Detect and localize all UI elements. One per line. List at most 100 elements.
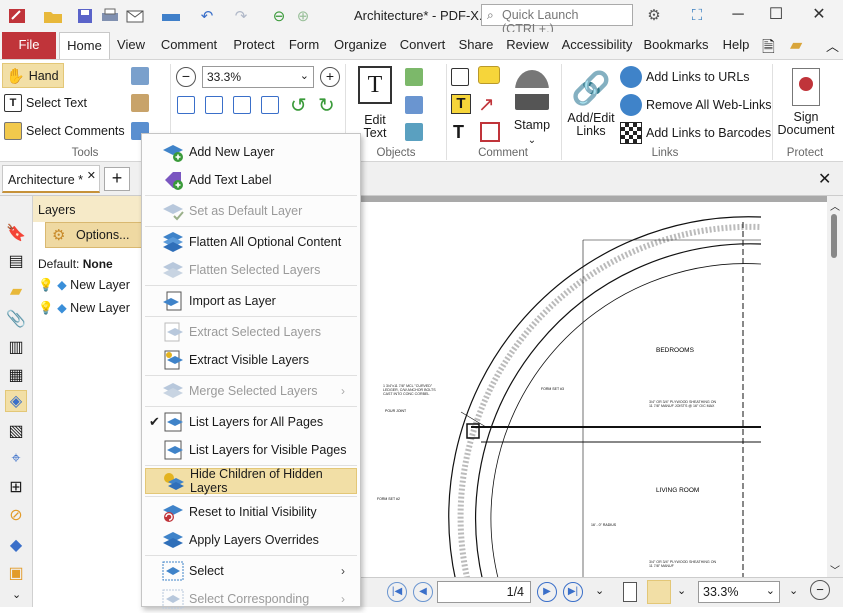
tab-help[interactable]: Help bbox=[721, 32, 751, 59]
tab-home[interactable]: Home bbox=[59, 32, 110, 60]
collapse-ribbon-icon[interactable]: ︿ bbox=[826, 36, 839, 55]
select-comments-button[interactable]: Select Comments bbox=[4, 122, 125, 140]
layer-item[interactable]: 💡 ◆ New Layer bbox=[38, 300, 130, 316]
tab-bookmarks[interactable]: Bookmarks bbox=[643, 32, 709, 59]
image-icon[interactable] bbox=[405, 68, 423, 86]
add-links-barcodes-button[interactable]: Add Links to Barcodes bbox=[620, 122, 771, 144]
close-tab-icon[interactable]: ✕ bbox=[87, 169, 96, 182]
fit-width-icon[interactable] bbox=[233, 96, 251, 114]
tab-convert[interactable]: Convert bbox=[399, 32, 446, 59]
continuous-page-icon[interactable] bbox=[647, 580, 671, 604]
tab-share[interactable]: Share bbox=[458, 32, 494, 59]
close-document-icon[interactable]: ✕ bbox=[818, 169, 831, 189]
remove-web-links-button[interactable]: Remove All Web-Links bbox=[620, 94, 772, 116]
tab-form[interactable]: Form bbox=[287, 32, 321, 59]
arrow-icon[interactable]: ↗ bbox=[478, 92, 495, 117]
rectangle-icon[interactable] bbox=[480, 122, 500, 142]
zoom-out-icon[interactable]: − bbox=[176, 67, 196, 87]
open-folder-icon[interactable] bbox=[42, 5, 64, 27]
undo-icon[interactable]: ↶ bbox=[196, 5, 218, 27]
lightbulb-icon[interactable]: 💡 bbox=[38, 278, 54, 292]
tab-comment[interactable]: Comment bbox=[160, 32, 218, 59]
content-icon[interactable]: ▥ bbox=[5, 336, 27, 358]
typewriter-icon[interactable] bbox=[451, 68, 469, 86]
actual-size-icon[interactable] bbox=[177, 96, 195, 114]
next-page-icon[interactable]: ▶ bbox=[537, 582, 557, 602]
rotate-left-icon[interactable]: ↺ bbox=[290, 93, 307, 118]
forward-icon[interactable]: ⊕ bbox=[292, 5, 314, 27]
fullscreen-icon[interactable]: ⛶ bbox=[686, 4, 708, 26]
zoom-select[interactable]: 33.3% ⌄ bbox=[202, 66, 314, 88]
quick-launch-input[interactable]: ⌕ Quick Launch (CTRL+.) bbox=[481, 4, 633, 36]
tab-protect[interactable]: Protect bbox=[231, 32, 277, 59]
new-tab-button[interactable]: + bbox=[104, 167, 130, 191]
minimize-button[interactable]: ─ bbox=[723, 4, 753, 26]
select-text-button[interactable]: T Select Text bbox=[4, 94, 87, 112]
lightbulb-icon[interactable]: 💡 bbox=[38, 301, 54, 315]
shape-icon[interactable] bbox=[405, 96, 423, 114]
chevron-down-icon[interactable]: ⌄ bbox=[12, 588, 21, 601]
scroll-thumb[interactable] bbox=[831, 214, 837, 258]
menu-item-apply-overrides[interactable]: Apply Layers Overrides bbox=[145, 527, 357, 553]
clipboard-icon[interactable] bbox=[131, 94, 149, 112]
rotate-right-icon[interactable]: ↻ bbox=[318, 93, 335, 118]
tab-review[interactable]: Review bbox=[505, 32, 550, 59]
destinations-icon[interactable]: ⌖ bbox=[5, 448, 27, 470]
menu-item-add-text-label[interactable]: Add Text Label bbox=[145, 167, 357, 193]
menu-item-set-default-layer[interactable]: Set as Default Layer bbox=[145, 198, 357, 224]
tab-view[interactable]: View bbox=[115, 32, 147, 59]
menu-item-select[interactable]: Select › bbox=[145, 558, 357, 584]
bookmarks-icon[interactable]: 🔖 bbox=[5, 222, 27, 244]
comments-icon[interactable]: ▰ bbox=[5, 280, 27, 302]
page-number-input[interactable]: 1/4 bbox=[437, 581, 531, 603]
menu-item-flatten-selected[interactable]: Flatten Selected Layers bbox=[145, 257, 357, 283]
last-page-icon[interactable]: ▶| bbox=[563, 582, 583, 602]
close-button[interactable]: ✕ bbox=[804, 4, 834, 26]
add-links-urls-button[interactable]: Add Links to URLs bbox=[620, 66, 750, 88]
menu-item-select-corresponding[interactable]: Select Corresponding › bbox=[145, 586, 357, 612]
menu-item-merge-selected[interactable]: Merge Selected Layers › bbox=[145, 378, 357, 404]
folder-settings-icon[interactable]: ▰ bbox=[790, 35, 802, 55]
signatures-icon[interactable]: ▦ bbox=[5, 364, 27, 386]
settings-icon[interactable]: ⚙ bbox=[643, 4, 665, 26]
links-panel-icon[interactable]: ⊘ bbox=[5, 504, 27, 526]
menu-item-reset-visibility[interactable]: Reset to Initial Visibility bbox=[145, 499, 357, 525]
chevron-down-icon[interactable]: ⌄ bbox=[677, 584, 686, 597]
zoom-out-icon[interactable]: − bbox=[810, 580, 830, 600]
menu-item-hide-children[interactable]: Hide Children of Hidden Layers bbox=[145, 467, 357, 495]
menu-item-add-new-layer[interactable]: Add New Layer bbox=[145, 139, 357, 165]
add-edit-links-button[interactable]: 🔗 Add/Edit Links bbox=[565, 66, 617, 146]
back-icon[interactable]: ⊖ bbox=[268, 5, 290, 27]
menu-item-list-all-pages[interactable]: ✔ List Layers for All Pages bbox=[145, 409, 357, 435]
tags-icon[interactable]: ▧ bbox=[5, 420, 27, 442]
tab-accessibility[interactable]: Accessibility bbox=[561, 32, 633, 59]
sticky-note-icon[interactable] bbox=[478, 66, 500, 84]
maximize-button[interactable]: ☐ bbox=[761, 4, 791, 26]
save-icon[interactable] bbox=[74, 5, 96, 27]
email-icon[interactable] bbox=[124, 5, 146, 27]
menu-item-import-as-layer[interactable]: Import as Layer bbox=[145, 288, 357, 314]
first-page-icon[interactable]: |◀ bbox=[387, 582, 407, 602]
attachments-icon[interactable]: 📎 bbox=[5, 308, 27, 330]
scan-icon[interactable] bbox=[160, 5, 182, 27]
vertical-scrollbar[interactable]: ︿ ﹀ bbox=[827, 196, 843, 577]
hand-button[interactable]: ✋ Hand bbox=[2, 63, 64, 88]
print-icon[interactable] bbox=[99, 5, 121, 27]
chevron-down-icon[interactable]: ⌄ bbox=[595, 584, 604, 597]
redo-icon[interactable]: ↷ bbox=[230, 5, 252, 27]
menu-item-extract-visible[interactable]: Extract Visible Layers bbox=[145, 347, 357, 373]
labels-icon[interactable]: ◆ bbox=[5, 534, 27, 556]
path-icon[interactable] bbox=[405, 123, 423, 141]
text-box-icon[interactable]: T bbox=[451, 94, 471, 114]
text-icon[interactable]: T bbox=[453, 122, 464, 143]
previous-page-icon[interactable]: ◀ bbox=[413, 582, 433, 602]
options-button[interactable]: ⚙ Options... bbox=[45, 222, 145, 248]
fit-page-icon[interactable] bbox=[205, 96, 223, 114]
snapshot-icon[interactable] bbox=[131, 67, 149, 85]
menu-item-extract-selected[interactable]: Extract Selected Layers bbox=[145, 319, 357, 345]
fit-visible-icon[interactable] bbox=[261, 96, 279, 114]
thumbnails-icon[interactable]: ▤ bbox=[5, 250, 27, 272]
menu-item-list-visible-pages[interactable]: List Layers for Visible Pages bbox=[145, 437, 357, 463]
zoom-slider-icon[interactable]: ⌄ bbox=[789, 584, 798, 597]
menu-item-flatten-all[interactable]: Flatten All Optional Content bbox=[145, 229, 357, 255]
